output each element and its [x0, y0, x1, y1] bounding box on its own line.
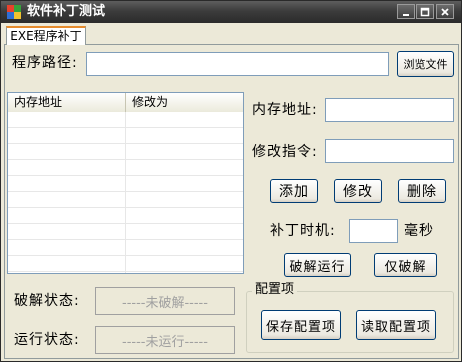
crack-only-button[interactable]: 仅破解 [374, 253, 437, 277]
milliseconds-unit-label: 毫秒 [404, 223, 434, 239]
memory-address-input[interactable] [325, 98, 454, 122]
run-status-label: 运行状态: [14, 332, 80, 348]
crack-run-button[interactable]: 破解运行 [284, 253, 351, 277]
modify-instruction-label: 修改指令: [252, 144, 318, 160]
program-path-input[interactable] [86, 52, 389, 76]
patch-timing-input[interactable] [349, 219, 398, 243]
delete-button[interactable]: 删除 [398, 179, 446, 203]
app-icon [7, 5, 21, 19]
modify-instruction-input[interactable] [325, 139, 454, 163]
load-config-button[interactable]: 读取配置项 [356, 310, 436, 340]
title-bar[interactable]: 软件补丁测试 [1, 1, 461, 23]
close-button[interactable] [436, 4, 454, 19]
config-group-title: 配置项 [252, 282, 298, 298]
window-title: 软件补丁测试 [27, 4, 106, 19]
minimize-button[interactable] [397, 4, 415, 19]
tab-exe-patch[interactable]: EXE程序补丁 [6, 26, 86, 45]
minimize-icon [403, 13, 409, 16]
program-path-label: 程序路径: [12, 55, 78, 71]
crack-status-value: -----未破解----- [95, 287, 235, 315]
add-button[interactable]: 添加 [270, 179, 318, 203]
patch-list[interactable]: 内存地址 修改为 [7, 92, 244, 274]
run-status-value: -----未运行----- [95, 326, 235, 354]
save-config-button[interactable]: 保存配置项 [261, 310, 341, 340]
close-icon [441, 7, 449, 16]
list-header: 内存地址 修改为 [8, 93, 243, 113]
modify-button[interactable]: 修改 [334, 179, 382, 203]
column-header-address[interactable]: 内存地址 [8, 93, 126, 112]
browse-file-button[interactable]: 浏览文件 [397, 51, 454, 77]
crack-status-label: 破解状态: [14, 293, 80, 309]
maximize-button[interactable] [416, 4, 434, 19]
patch-timing-label: 补丁时机: [270, 223, 336, 239]
column-header-modify-to[interactable]: 修改为 [126, 93, 243, 112]
column-divider [125, 112, 126, 273]
memory-address-label: 内存地址: [252, 102, 318, 118]
main-window: 软件补丁测试 EXE程序补丁 程序路径: 浏览文件 内存地址 修改为 内存地址:… [0, 0, 462, 362]
maximize-icon [420, 7, 430, 16]
